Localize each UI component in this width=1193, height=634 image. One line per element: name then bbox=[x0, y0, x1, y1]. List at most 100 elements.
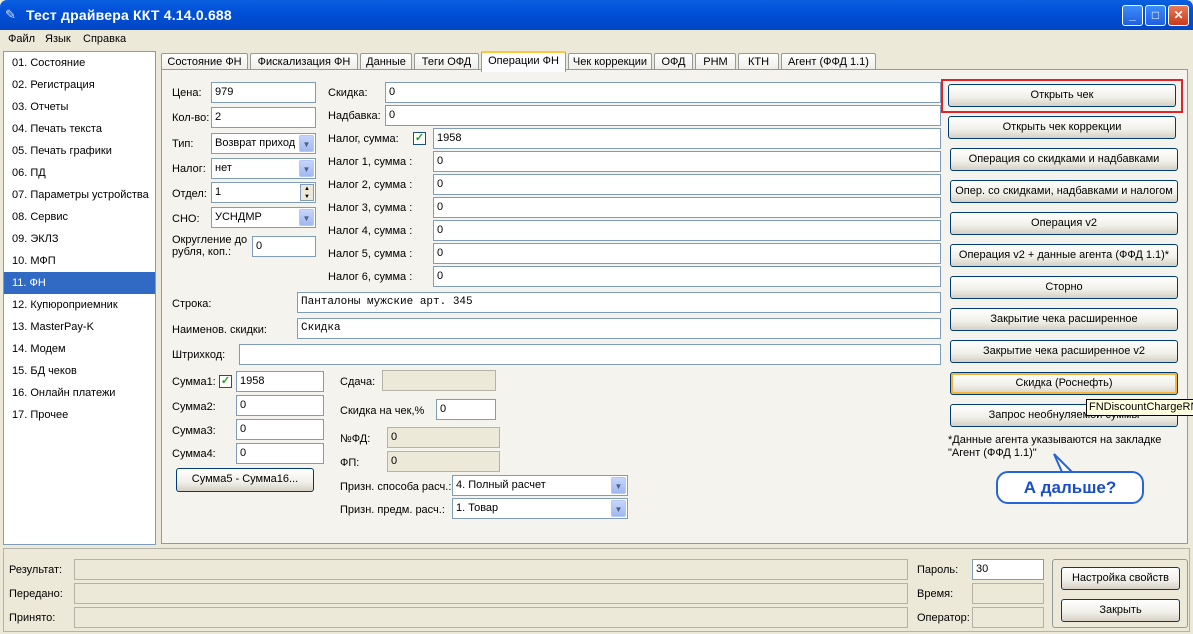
type-select-value: Возврат приход bbox=[215, 137, 296, 149]
sum2-label: Сумма2: bbox=[172, 401, 216, 413]
result-field bbox=[74, 559, 908, 580]
payment-subject-select[interactable]: 1. Товар ▼ bbox=[452, 498, 628, 519]
tax-select-value: нет bbox=[215, 162, 232, 174]
rounding-input[interactable]: 0 bbox=[252, 236, 316, 257]
chevron-down-icon[interactable]: ▼ bbox=[611, 477, 626, 494]
operator-label: Оператор: bbox=[917, 612, 970, 624]
tax5-label: Налог 5, сумма : bbox=[328, 248, 413, 260]
op-v2-button[interactable]: Операция v2 bbox=[950, 212, 1178, 235]
price-input[interactable]: 979 bbox=[211, 82, 316, 103]
markup-input[interactable]: 0 bbox=[385, 105, 941, 126]
sidebar-item-fn[interactable]: 11. ФН bbox=[4, 272, 155, 294]
change-label: Сдача: bbox=[340, 376, 376, 388]
line-input[interactable]: Панталоны мужские арт. 345 bbox=[297, 292, 941, 313]
sidebar-item-print-graphics[interactable]: 05. Печать графики bbox=[4, 140, 155, 162]
open-correction-check-button[interactable]: Открыть чек коррекции bbox=[948, 116, 1176, 139]
sidebar-item-print-text[interactable]: 04. Печать текста bbox=[4, 118, 155, 140]
minimize-button[interactable]: _ bbox=[1122, 5, 1143, 26]
title-bar: ✎ Тест драйвера ККТ 4.14.0.688 _ □ ✕ bbox=[0, 0, 1193, 30]
qty-input[interactable]: 2 bbox=[211, 107, 316, 128]
received-field bbox=[74, 607, 908, 628]
close-button[interactable]: Закрыть bbox=[1061, 599, 1180, 622]
tax5-input[interactable]: 0 bbox=[433, 243, 941, 264]
chevron-down-icon[interactable]: ▼ bbox=[611, 500, 626, 517]
chevron-down-icon[interactable]: ▼ bbox=[299, 209, 314, 226]
menu-language[interactable]: Язык bbox=[45, 33, 71, 45]
discount-rosneft-button[interactable]: Скидка (Роснефть) bbox=[950, 372, 1178, 395]
sidebar-item-modem[interactable]: 14. Модем bbox=[4, 338, 155, 360]
check-discount-input[interactable]: 0 bbox=[436, 399, 496, 420]
discount-name-input[interactable]: Скидка bbox=[297, 318, 941, 339]
barcode-input[interactable] bbox=[239, 344, 941, 365]
sidebar-item-reports[interactable]: 03. Отчеты bbox=[4, 96, 155, 118]
op-discounts-markups-tax-button[interactable]: Опер. со скидками, надбавками и налогом bbox=[950, 180, 1178, 203]
sidebar-item-online-payments[interactable]: 16. Онлайн платежи bbox=[4, 382, 155, 404]
chevron-down-icon[interactable]: ▼ bbox=[299, 160, 314, 177]
tax1-label: Налог 1, сумма : bbox=[328, 156, 413, 168]
line-label: Строка: bbox=[172, 298, 212, 310]
sidebar-item-pd[interactable]: 06. ПД bbox=[4, 162, 155, 184]
maximize-button[interactable]: □ bbox=[1145, 5, 1166, 26]
spin-arrows-icon[interactable]: ▲ ▼ bbox=[300, 184, 314, 201]
discount-input[interactable]: 0 bbox=[385, 82, 941, 103]
tax3-input[interactable]: 0 bbox=[433, 197, 941, 218]
payment-method-select[interactable]: 4. Полный расчет ▼ bbox=[452, 475, 628, 496]
sum1-checkbox[interactable]: ✓ bbox=[219, 375, 232, 388]
sidebar-item-bill-acceptor[interactable]: 12. Купюроприемник bbox=[4, 294, 155, 316]
sum1-input[interactable]: 1958 bbox=[236, 371, 324, 392]
sidebar-item-receipts-db[interactable]: 15. БД чеков bbox=[4, 360, 155, 382]
sum3-input[interactable]: 0 bbox=[236, 419, 324, 440]
sum5-16-button[interactable]: Сумма5 - Сумма16... bbox=[176, 468, 314, 492]
sidebar-item-state[interactable]: 01. Состояние bbox=[4, 52, 155, 74]
menu-help[interactable]: Справка bbox=[83, 33, 126, 45]
tax-sum-label: Налог, сумма: bbox=[328, 133, 399, 145]
change-field bbox=[382, 370, 496, 391]
open-check-button[interactable]: Открыть чек bbox=[948, 84, 1176, 107]
received-label: Принято: bbox=[9, 612, 56, 624]
op-discounts-markups-button[interactable]: Операция со скидками и надбавками bbox=[950, 148, 1178, 171]
chevron-down-icon[interactable]: ▼ bbox=[299, 135, 314, 152]
tax-sum-input[interactable]: 1958 bbox=[433, 128, 941, 149]
sent-label: Передано: bbox=[9, 588, 63, 600]
tax1-input[interactable]: 0 bbox=[433, 151, 941, 172]
app-icon: ✎ bbox=[5, 7, 16, 22]
sum2-input[interactable]: 0 bbox=[236, 395, 324, 416]
dept-label: Отдел: bbox=[172, 188, 207, 200]
sent-field bbox=[74, 583, 908, 604]
rounding-label: Округление до рубля, коп.: bbox=[172, 234, 248, 258]
tax4-input[interactable]: 0 bbox=[433, 220, 941, 241]
discount-name-label: Наименов. скидки: bbox=[172, 324, 267, 336]
op-v2-agent-button[interactable]: Операция v2 + данные агента (ФФД 1.1)* bbox=[950, 244, 1178, 267]
sidebar-item-mfp[interactable]: 10. МФП bbox=[4, 250, 155, 272]
settings-button[interactable]: Настройка свойств bbox=[1061, 567, 1180, 590]
type-label: Тип: bbox=[172, 138, 194, 150]
tax3-label: Налог 3, сумма : bbox=[328, 202, 413, 214]
close-window-button[interactable]: ✕ bbox=[1168, 5, 1189, 26]
type-select[interactable]: Возврат приход ▼ bbox=[211, 133, 316, 154]
close-check-extended-v2-button[interactable]: Закрытие чека расширенное v2 bbox=[950, 340, 1178, 363]
menu-file[interactable]: Файл bbox=[8, 33, 35, 45]
tax6-input[interactable]: 0 bbox=[433, 266, 941, 287]
tax-select[interactable]: нет ▼ bbox=[211, 158, 316, 179]
sum3-label: Сумма3: bbox=[172, 425, 216, 437]
tax-sum-checkbox[interactable]: ✓ bbox=[413, 132, 426, 145]
price-label: Цена: bbox=[172, 87, 202, 99]
sum4-input[interactable]: 0 bbox=[236, 443, 324, 464]
payment-method-label: Призн. способа расч.: bbox=[340, 481, 452, 493]
sidebar-item-service[interactable]: 08. Сервис bbox=[4, 206, 155, 228]
sum4-label: Сумма4: bbox=[172, 448, 216, 460]
dept-spinner[interactable]: 1 ▲ ▼ bbox=[211, 182, 316, 203]
storno-button[interactable]: Сторно bbox=[950, 276, 1178, 299]
sno-select-value: УСНДМР bbox=[215, 211, 262, 223]
sidebar-item-masterpay[interactable]: 13. MasterPay-K bbox=[4, 316, 155, 338]
tab-fn-operations[interactable]: Операции ФН bbox=[481, 51, 566, 72]
close-check-extended-button[interactable]: Закрытие чека расширенное bbox=[950, 308, 1178, 331]
password-input[interactable]: 30 bbox=[972, 559, 1044, 580]
sidebar-item-other[interactable]: 17. Прочее bbox=[4, 404, 155, 426]
sidebar-item-registration[interactable]: 02. Регистрация bbox=[4, 74, 155, 96]
tax2-input[interactable]: 0 bbox=[433, 174, 941, 195]
sno-select[interactable]: УСНДМР ▼ bbox=[211, 207, 316, 228]
sidebar-item-device-params[interactable]: 07. Параметры устройства bbox=[4, 184, 155, 206]
sidebar-item-eklz[interactable]: 09. ЭКЛЗ bbox=[4, 228, 155, 250]
barcode-label: Штрихкод: bbox=[172, 349, 226, 361]
